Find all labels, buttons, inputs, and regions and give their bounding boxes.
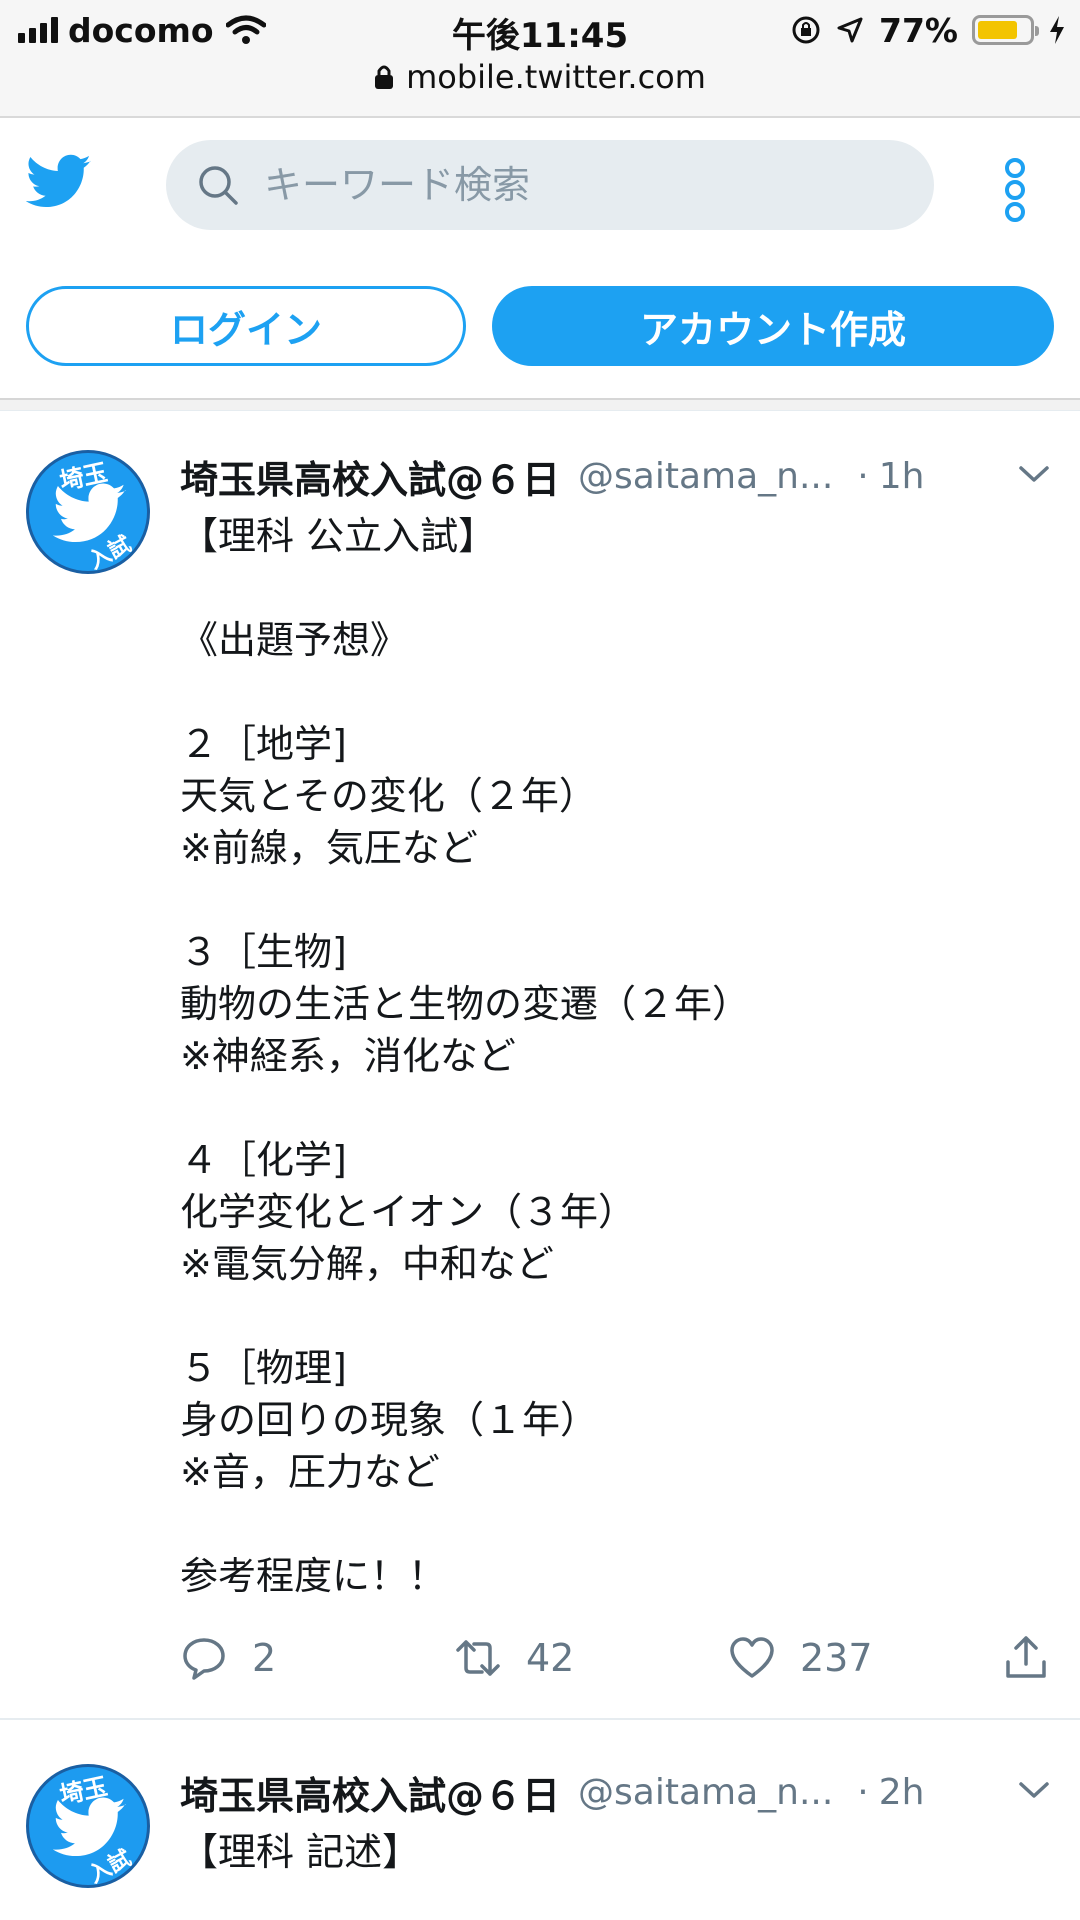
tweet-separator <box>0 1718 1080 1720</box>
location-arrow-icon <box>837 17 863 43</box>
signup-button[interactable]: アカウント作成 <box>492 286 1054 366</box>
avatar[interactable]: 埼玉 入試 <box>26 1764 150 1888</box>
reply-icon <box>183 1638 225 1680</box>
tweet[interactable]: 埼玉 入試 埼玉県高校入試@６日 @saitama_n... · 1h 【理科 … <box>0 448 1080 1718</box>
search-icon <box>199 166 238 205</box>
user-handle[interactable]: @saitama_n... <box>578 1772 833 1813</box>
battery-icon <box>972 15 1039 45</box>
separator-dot: · <box>857 455 869 497</box>
chevron-down-icon[interactable] <box>1018 1780 1050 1800</box>
search-box[interactable] <box>166 140 934 230</box>
url-bar[interactable]: mobile.twitter.com <box>0 58 1080 96</box>
chevron-down-icon[interactable] <box>1018 464 1050 484</box>
like-button[interactable]: 237 <box>728 1628 873 1688</box>
battery-percent: 77% <box>879 10 958 50</box>
tweet-text: 【理科 記述】 <box>180 1830 421 1874</box>
retweet-count: 42 <box>526 1636 575 1680</box>
retweet-button[interactable]: 42 <box>454 1628 574 1688</box>
reply-count: 2 <box>252 1636 277 1680</box>
url-text: mobile.twitter.com <box>406 58 706 96</box>
heart-icon <box>730 1637 774 1678</box>
twitter-bird-icon[interactable] <box>26 154 92 210</box>
tweet-timestamp[interactable]: 1h <box>879 456 925 497</box>
tweet-text: 【理科 公立入試】 《出題予想》 ２［地学] 天気とその変化（２年） ※前線，気… <box>180 514 751 1598</box>
charging-bolt-icon <box>1050 16 1064 44</box>
like-count: 237 <box>800 1636 873 1680</box>
more-options-icon[interactable] <box>1000 158 1030 222</box>
share-button[interactable] <box>1002 1628 1074 1688</box>
status-bar: docomo 午後11:45 77% mobile.twitter.com <box>0 0 1080 118</box>
display-name[interactable]: 埼玉県高校入試@６日 <box>180 449 560 504</box>
tweet-timestamp[interactable]: 2h <box>879 1772 925 1813</box>
twitter-header: ログイン アカウント作成 <box>0 118 1080 400</box>
avatar[interactable]: 埼玉 入試 <box>26 450 150 574</box>
tweet[interactable]: 埼玉 入試 埼玉県高校入試@６日 @saitama_n... · 2h 【理科 … <box>0 1764 1080 1920</box>
login-button[interactable]: ログイン <box>26 286 466 366</box>
rotation-lock-icon <box>792 16 820 44</box>
separator-dot: · <box>857 1771 869 1813</box>
lock-icon <box>375 65 394 89</box>
retweet-icon <box>456 1640 500 1676</box>
header-divider <box>0 398 1080 411</box>
tweet-header: 埼玉県高校入試@６日 @saitama_n... · 2h <box>180 1764 924 1820</box>
display-name[interactable]: 埼玉県高校入試@６日 <box>180 1765 560 1820</box>
status-right: 77% <box>791 10 1066 50</box>
share-icon <box>1006 1636 1046 1678</box>
tweet-header: 埼玉県高校入試@６日 @saitama_n... · 1h <box>180 448 924 504</box>
tweet-actions: 2 42 237 <box>180 1628 1060 1688</box>
search-input[interactable] <box>262 162 886 208</box>
user-handle[interactable]: @saitama_n... <box>578 456 833 497</box>
reply-button[interactable]: 2 <box>180 1628 276 1688</box>
